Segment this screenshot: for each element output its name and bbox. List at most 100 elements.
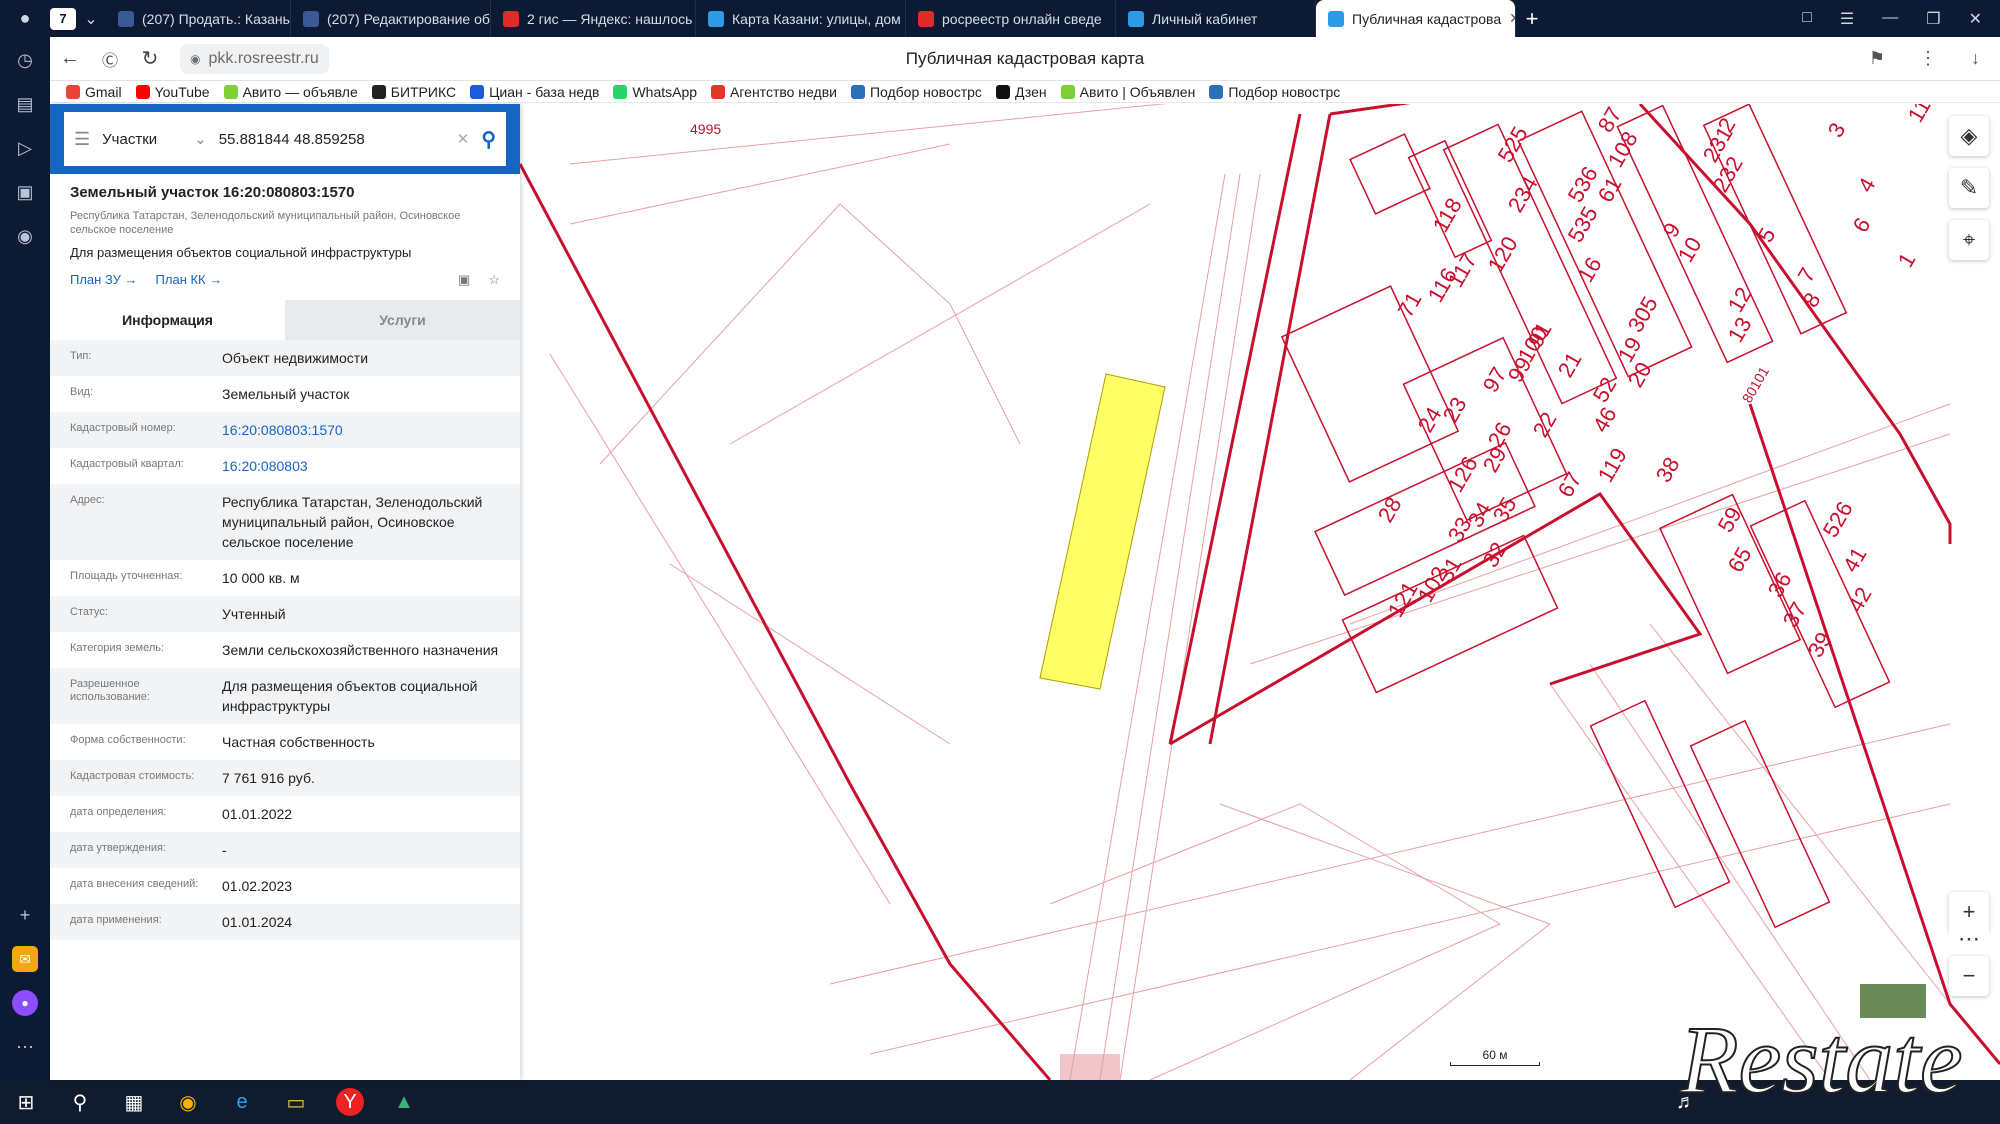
parcel-label[interactable]: 305 <box>1623 292 1663 336</box>
parcel-label[interactable]: 59 <box>1713 503 1747 537</box>
yandex-browser-icon[interactable]: Y <box>336 1088 364 1116</box>
task-view-icon[interactable]: ▦ <box>120 1088 148 1116</box>
more-icon[interactable]: ⋯ <box>12 1034 38 1060</box>
screenshot-icon[interactable]: ◉ <box>12 223 38 249</box>
parcel-label[interactable]: 126 <box>1443 452 1483 496</box>
tab-services[interactable]: Услуги <box>285 300 520 340</box>
zoom-out-button[interactable]: − <box>1949 956 1989 996</box>
parcel-label[interactable]: 39 <box>1803 628 1837 662</box>
parcel-label[interactable]: 7 <box>1793 263 1821 286</box>
bookmark-item[interactable]: Дзен <box>995 84 1047 100</box>
alice-icon[interactable]: ● <box>12 990 38 1016</box>
back-icon[interactable]: ← <box>50 47 90 70</box>
history-icon[interactable]: ◷ <box>12 47 38 73</box>
parcel-label[interactable]: 80101 <box>1739 364 1772 406</box>
parcel-label[interactable]: 4 <box>1853 173 1881 196</box>
bookmark-item[interactable]: Подбор новострс <box>1209 84 1340 100</box>
parcel-label[interactable]: 21 <box>1553 348 1587 382</box>
url-field[interactable]: ◉ pkk.rosreestr.ru <box>180 43 329 74</box>
parcel-label[interactable]: 118 <box>1428 194 1467 237</box>
parcel-label[interactable]: 67 <box>1553 468 1587 502</box>
search-input[interactable]: 55.881844 48.859258 <box>219 131 445 148</box>
bookmark-window-icon[interactable]: □ <box>1802 9 1812 29</box>
bookmark-item[interactable]: Агентство недви <box>711 84 837 100</box>
parcel-label[interactable]: 535 <box>1563 202 1603 246</box>
parcel-label[interactable]: 36 <box>1763 568 1797 602</box>
bookmark-item[interactable]: Авито — объявле <box>223 84 358 100</box>
reload-icon[interactable]: ↻ <box>130 46 170 71</box>
browser-tab[interactable]: росреестр онлайн сведе <box>906 0 1116 37</box>
browser-tab[interactable]: (207) Продать.: Казань <box>106 0 291 37</box>
parcel-label[interactable]: 38 <box>1651 453 1685 487</box>
ruler-icon[interactable]: ✎ <box>1949 168 1989 208</box>
parcel-label[interactable]: 16 <box>1573 253 1607 287</box>
star-icon[interactable]: ☆ <box>488 272 500 288</box>
parcel-label[interactable]: 41 <box>1838 543 1872 577</box>
parcel-label[interactable]: 6 <box>1848 213 1876 236</box>
plan-zu-link[interactable]: План ЗУ → <box>70 272 138 288</box>
chevron-down-icon[interactable]: ⌄ <box>194 130 207 148</box>
edge-icon[interactable]: e <box>228 1088 256 1116</box>
parcel-label[interactable]: 121 <box>1383 577 1423 621</box>
chrome-icon[interactable]: ◉ <box>174 1088 202 1116</box>
parcel-label[interactable]: 1 <box>1893 248 1921 271</box>
bookmark-item[interactable]: Авито | Объявлен <box>1060 84 1195 100</box>
chevron-down-icon[interactable]: ⌄ <box>76 9 106 29</box>
menu-icon[interactable]: ☰ <box>1840 9 1854 29</box>
parcel-label[interactable]: 65 <box>1723 543 1757 577</box>
bookmark-icon[interactable]: ⚑ <box>1869 48 1885 69</box>
search-icon[interactable]: ⚲ <box>66 1088 94 1116</box>
play-icon[interactable]: ▷ <box>12 135 38 161</box>
parcel-label[interactable]: 8 <box>1798 288 1826 311</box>
parcel-label[interactable]: 119 <box>1593 444 1632 487</box>
tab-counter[interactable]: 7 <box>50 7 76 30</box>
parcel-label[interactable]: 4995 <box>690 121 721 137</box>
browser-tab[interactable]: Публичная кадастрова ✕ <box>1316 0 1516 37</box>
explorer-icon[interactable]: ▭ <box>282 1088 310 1116</box>
browser-tab[interactable]: 2 гис — Яндекс: нашлось <box>491 0 696 37</box>
parcel-label[interactable]: 42 <box>1843 583 1877 617</box>
more-controls-icon[interactable]: ⋯ <box>1949 924 1989 954</box>
new-tab-button[interactable]: + <box>1516 6 1548 32</box>
parcel-label[interactable]: 28 <box>1373 493 1407 527</box>
close-tab-icon[interactable]: ✕ <box>1509 10 1515 27</box>
minimize-icon[interactable]: — <box>1882 9 1898 29</box>
bookmark-item[interactable]: БИТРИКС <box>371 84 456 100</box>
parcel-label[interactable]: 536 <box>1563 162 1603 206</box>
browser-tab[interactable]: Карта Казани: улицы, дом <box>696 0 906 37</box>
parcel-label[interactable]: 19 <box>1613 333 1647 367</box>
parcel-label[interactable]: 3 <box>1823 118 1851 141</box>
parcel-label[interactable]: 22 <box>1528 408 1562 442</box>
restore-icon[interactable]: ❐ <box>1926 9 1940 29</box>
browser-tab[interactable]: (207) Редактирование об <box>291 0 491 37</box>
bookmark-item[interactable]: Циан - база недв <box>470 84 599 100</box>
tab-info[interactable]: Информация <box>50 300 285 340</box>
parcel-label[interactable]: 13 <box>1723 313 1757 347</box>
info-value[interactable]: 16:20:080803 <box>222 456 500 476</box>
browser-tab[interactable]: Личный кабинет <box>1116 0 1316 37</box>
layers-icon[interactable]: ◈ <box>1949 116 1989 156</box>
yandex-icon[interactable]: Ⓒ <box>90 47 130 71</box>
clear-icon[interactable]: ✕ <box>457 130 470 148</box>
bookmark-item[interactable]: Gmail <box>66 84 122 100</box>
bookmark-item[interactable]: WhatsApp <box>613 84 697 100</box>
download-icon[interactable]: ↓ <box>1971 48 1980 69</box>
parcel-label[interactable]: 120 <box>1483 232 1523 276</box>
add-icon[interactable]: + <box>12 902 38 928</box>
bookmark-item[interactable]: Подбор новострс <box>850 84 982 100</box>
windows-start-icon[interactable]: ⊞ <box>12 1088 40 1116</box>
mail-icon[interactable]: ✉ <box>12 946 38 972</box>
profile-icon[interactable]: ● <box>0 6 50 32</box>
tabs-count-icon[interactable]: ▣ <box>12 179 38 205</box>
close-icon[interactable]: ✕ <box>1969 9 1982 29</box>
locate-icon[interactable]: ⌖ <box>1949 220 1989 260</box>
parcel-label[interactable]: 526 <box>1818 497 1858 541</box>
hamburger-icon[interactable]: ☰ <box>74 129 90 150</box>
parcel-label[interactable]: 12 <box>1723 283 1757 317</box>
bookmark-item[interactable]: YouTube <box>135 84 210 100</box>
parcel-label[interactable]: 9 <box>1658 218 1686 241</box>
search-icon[interactable]: ⚲ <box>481 127 496 152</box>
category-select[interactable]: Участки <box>102 131 182 148</box>
parcel-label[interactable]: 5 <box>1753 223 1781 246</box>
plan-kk-link[interactable]: План КК → <box>156 272 223 288</box>
